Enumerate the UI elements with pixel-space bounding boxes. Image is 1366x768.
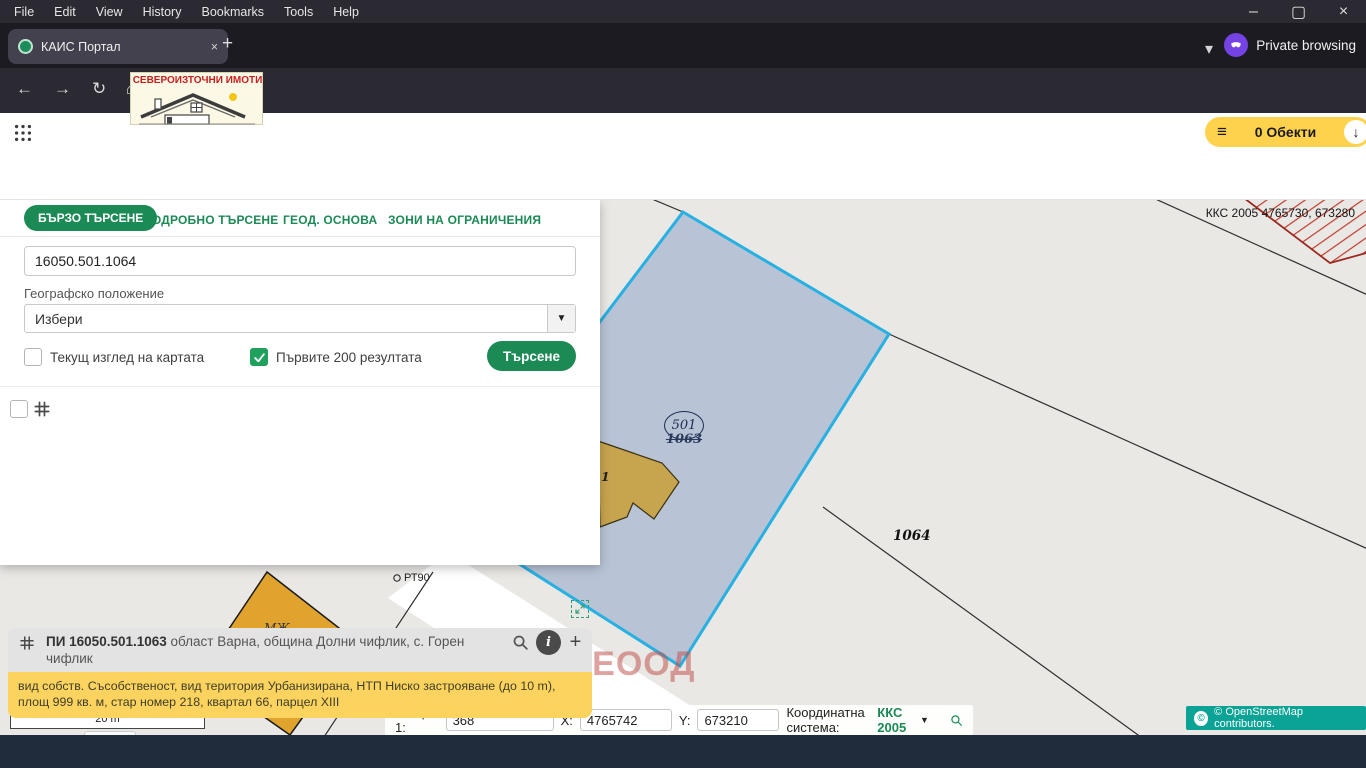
tab-list-chevron-icon[interactable]: ▾ [1205, 39, 1213, 59]
grid-hash-icon [32, 399, 52, 419]
coordinate-search-icon[interactable] [950, 710, 963, 731]
back-icon[interactable]: ← [16, 79, 33, 99]
reload-icon[interactable]: ↻ [92, 79, 106, 99]
private-browsing-label: Private browsing [1256, 38, 1356, 53]
geodetic-point-label: РТ90 [404, 572, 430, 584]
x-coordinate-input[interactable] [580, 709, 672, 731]
browser-tabbar: КАИС Портал × + ▾ Private browsing [0, 23, 1366, 68]
company-logo-house-icon [131, 87, 262, 125]
geo-position-value: Избери [35, 311, 83, 327]
close-icon[interactable]: × [1321, 0, 1366, 23]
crs-dropdown-icon[interactable]: ▼ [920, 715, 929, 725]
company-logo-overlay: СЕВЕРОИЗТОЧНИ ИМОТИ [130, 72, 263, 125]
browser-tab[interactable]: КАИС Портал × [8, 29, 228, 64]
parcel-old-number: 1063 [663, 432, 705, 447]
search-button[interactable]: Търсене [487, 341, 576, 371]
menu-bookmarks[interactable]: Bookmarks [201, 5, 264, 19]
menu-help[interactable]: Help [333, 5, 359, 19]
building-number: 1 [601, 469, 610, 484]
first200-checkbox[interactable] [250, 348, 268, 366]
menu-file[interactable]: File [14, 5, 34, 19]
y-label: Y: [679, 713, 691, 728]
search-input[interactable] [24, 246, 576, 276]
objects-menu-icon: ≡ [1217, 122, 1227, 142]
menu-tools[interactable]: Tools [284, 5, 313, 19]
current-view-checkbox[interactable] [24, 348, 42, 366]
result-info-icon[interactable]: i [536, 630, 561, 655]
select-all-checkbox[interactable] [10, 400, 28, 418]
private-browsing-badge: Private browsing [1224, 33, 1356, 57]
company-logo-text: СЕВЕРОИЗТОЧНИ ИМОТИ [131, 75, 264, 86]
app-grid-icon[interactable] [12, 122, 34, 144]
check-icon [253, 351, 266, 364]
tab-quick-search[interactable]: БЪРЗО ТЪРСЕНЕ [24, 205, 157, 231]
objects-download-icon[interactable]: ↓ [1344, 120, 1366, 144]
minimize-icon[interactable]: – [1231, 0, 1276, 23]
result-zoom-icon[interactable] [508, 630, 533, 655]
geo-position-label: Географско положение [24, 286, 164, 301]
private-mask-icon [1224, 33, 1248, 57]
map-toolbar [0, 152, 1366, 200]
geo-select-arrow-icon[interactable]: ▼ [547, 305, 575, 332]
menu-edit[interactable]: Edit [54, 5, 76, 19]
crs-select[interactable]: ККС 2005 [877, 705, 913, 735]
menu-history[interactable]: History [143, 5, 182, 19]
expand-arrows-icon [574, 603, 586, 615]
zoom-to-results-icon[interactable] [571, 600, 589, 618]
attribution-icon[interactable]: © [1194, 711, 1208, 726]
tab-restriction-zones[interactable]: ЗОНИ НА ОГРАНИЧЕНИЯ [388, 213, 541, 227]
browser-menubar: File Edit View History Bookmarks Tools H… [0, 0, 1366, 23]
first200-label: Първите 200 резултата [276, 350, 422, 365]
y-coordinate-input[interactable] [697, 709, 779, 731]
crs-label: Координатна система: [786, 705, 870, 735]
current-view-label: Текущ изглед на картата [50, 350, 204, 365]
windows-taskbar [0, 735, 1366, 768]
screen: ККС 2005 4765730, 673280 501 1063 1064 1… [0, 0, 1366, 768]
tab-title: КАИС Портал [41, 40, 203, 54]
map-corner-coordinates: ККС 2005 4765730, 673280 [1205, 206, 1355, 220]
window-controls: – ▢ × [1231, 0, 1366, 23]
search-panel: БЪРЗО ТЪРСЕНЕ ПОДРОБНО ТЪРСЕНЕ ГЕОД. ОСН… [0, 200, 600, 565]
result-hash-icon [18, 634, 36, 652]
new-tab-button[interactable]: + [222, 33, 233, 55]
objects-count-label: 0 Обекти [1235, 124, 1336, 140]
result-row-header[interactable]: ПИ 16050.501.1063 област Варна, община Д… [8, 628, 592, 672]
tab-geodetic-basis[interactable]: ГЕОД. ОСНОВА [283, 213, 377, 227]
forward-icon[interactable]: → [54, 79, 71, 99]
objects-basket-button[interactable]: ≡ 0 Обекти ↓ [1205, 117, 1366, 147]
result-add-icon[interactable]: + [563, 630, 588, 655]
menu-view[interactable]: View [96, 5, 123, 19]
result-id: ПИ 16050.501.1063 [46, 634, 167, 649]
tab-detailed-search[interactable]: ПОДРОБНО ТЪРСЕНЕ [143, 213, 279, 227]
maximize-icon[interactable]: ▢ [1276, 0, 1321, 23]
geo-position-select[interactable]: Избери ▼ [24, 304, 576, 333]
tab-close-icon[interactable]: × [211, 40, 218, 54]
result-details: вид собств. Съсобственост, вид територия… [8, 672, 592, 718]
parcel-1064-label: 1064 [893, 528, 931, 544]
attribution-text: © OpenStreetMap contributors. [1214, 706, 1358, 730]
tab-favicon [18, 39, 33, 54]
osm-attribution[interactable]: © © OpenStreetMap contributors. [1186, 706, 1366, 730]
